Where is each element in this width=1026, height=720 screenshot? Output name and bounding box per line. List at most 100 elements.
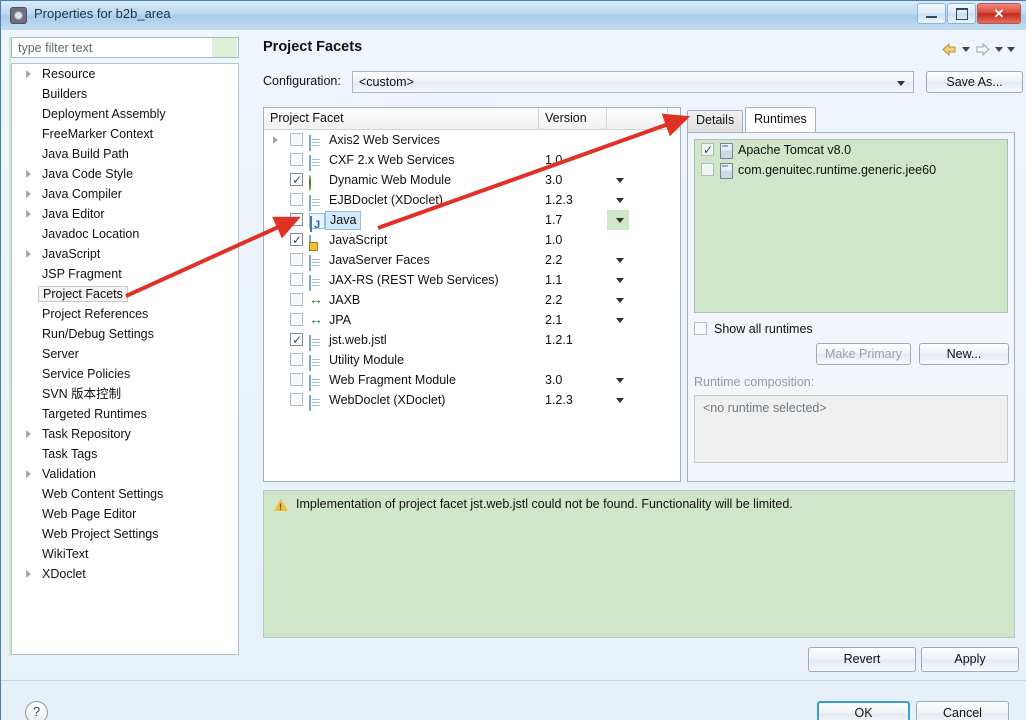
sidebar-item-java-build-path[interactable]: Java Build Path	[12, 144, 238, 164]
sidebar-item-jsp-fragment[interactable]: JSP Fragment	[12, 264, 238, 284]
table-row[interactable]: jst.web.jstl 1.2.1	[264, 330, 680, 351]
close-button[interactable]: ✕	[977, 3, 1021, 24]
facet-checkbox[interactable]	[290, 373, 303, 386]
version-chevron-down-icon[interactable]	[616, 198, 624, 203]
sidebar-item-builders[interactable]: Builders	[12, 84, 238, 104]
sidebar-item-javadoc-location[interactable]: Javadoc Location	[12, 224, 238, 244]
facet-checkbox[interactable]	[290, 253, 303, 266]
list-item[interactable]: Apache Tomcat v8.0	[695, 140, 1007, 160]
table-row[interactable]: Java 1.7	[264, 210, 680, 232]
facet-checkbox[interactable]	[290, 273, 303, 286]
sidebar-item-task-repository[interactable]: Task Repository	[12, 424, 238, 444]
sidebar-item-project-references[interactable]: Project References	[12, 304, 238, 324]
forward-arrow-icon[interactable]	[974, 42, 991, 57]
table-row[interactable]: EJBDoclet (XDoclet) 1.2.3	[264, 190, 680, 211]
facet-checkbox[interactable]	[290, 330, 303, 350]
runtime-checkbox[interactable]	[701, 163, 714, 176]
save-as-button[interactable]: Save As...	[926, 71, 1023, 93]
runtime-checkbox[interactable]	[701, 140, 714, 160]
table-row[interactable]: WebDoclet (XDoclet) 1.2.3	[264, 390, 680, 411]
sidebar-item-server[interactable]: Server	[12, 344, 238, 364]
runtimes-list[interactable]: Apache Tomcat v8.0 com.genuitec.runtime.g…	[694, 139, 1008, 313]
version-chevron-down-icon[interactable]	[616, 318, 624, 323]
table-row[interactable]: JPA 2.1	[264, 310, 680, 330]
sidebar-item-project-facets[interactable]: Project Facets	[12, 284, 238, 304]
back-menu-chevron-down-icon[interactable]	[962, 47, 970, 52]
sidebar-item-task-tags[interactable]: Task Tags	[12, 444, 238, 464]
tab-runtimes[interactable]: Runtimes	[745, 107, 816, 132]
settings-tree[interactable]: Resource Builders Deployment Assembly FreeM…	[11, 63, 239, 655]
make-primary-button[interactable]: Make Primary	[816, 343, 911, 365]
facet-checkbox[interactable]	[290, 293, 303, 306]
table-row[interactable]: Axis2 Web Services	[264, 130, 680, 151]
minimize-button[interactable]	[917, 3, 946, 24]
version-chevron-down-icon[interactable]	[616, 178, 624, 183]
sidebar-item-xdoclet[interactable]: XDoclet	[12, 564, 238, 584]
version-chevron-down-icon[interactable]	[616, 378, 624, 383]
facet-checkbox[interactable]	[290, 210, 303, 230]
version-chevron-down-icon[interactable]	[616, 278, 624, 283]
expand-arrow-icon[interactable]	[26, 470, 31, 478]
sidebar-item-web-content-settings[interactable]: Web Content Settings	[12, 484, 238, 504]
facet-checkbox[interactable]	[290, 170, 303, 190]
facet-checkbox[interactable]	[290, 133, 303, 146]
table-row[interactable]: JavaScript 1.0	[264, 230, 680, 251]
expand-arrow-icon[interactable]	[26, 190, 31, 198]
sidebar-item-resource[interactable]: Resource	[12, 64, 238, 84]
expand-arrow-icon[interactable]	[26, 210, 31, 218]
sidebar-item-deployment-assembly[interactable]: Deployment Assembly	[12, 104, 238, 124]
sidebar-item-validation[interactable]: Validation	[12, 464, 238, 484]
maximize-button[interactable]	[947, 3, 976, 24]
expand-arrow-icon[interactable]	[26, 170, 31, 178]
facet-checkbox[interactable]	[290, 313, 303, 326]
project-facets-table[interactable]: Project Facet Version Axis2 Web Services…	[263, 107, 681, 482]
expand-arrow-icon[interactable]	[273, 136, 278, 144]
sidebar-item-freemarker-context[interactable]: FreeMarker Context	[12, 124, 238, 144]
facet-checkbox[interactable]	[290, 353, 303, 366]
expand-arrow-icon[interactable]	[26, 570, 31, 578]
expand-arrow-icon[interactable]	[26, 430, 31, 438]
sidebar-item-run-debug-settings[interactable]: Run/Debug Settings	[12, 324, 238, 344]
sidebar-item-svn[interactable]: SVN 版本控制	[12, 384, 238, 404]
configuration-select[interactable]: <custom>	[352, 71, 914, 93]
table-row[interactable]: JavaServer Faces 2.2	[264, 250, 680, 271]
show-all-runtimes-checkbox[interactable]: Show all runtimes	[694, 321, 813, 337]
tab-details[interactable]: Details	[687, 110, 744, 132]
expand-arrow-icon[interactable]	[26, 250, 31, 258]
ok-button[interactable]: OK	[817, 701, 910, 720]
sidebar-item-web-project-settings[interactable]: Web Project Settings	[12, 524, 238, 544]
sidebar-item-wikitext[interactable]: WikiText	[12, 544, 238, 564]
version-chevron-down-icon[interactable]	[616, 258, 624, 263]
sidebar-item-web-page-editor[interactable]: Web Page Editor	[12, 504, 238, 524]
facet-checkbox[interactable]	[290, 153, 303, 166]
revert-button[interactable]: Revert	[808, 647, 916, 672]
sidebar-item-service-policies[interactable]: Service Policies	[12, 364, 238, 384]
table-row[interactable]: JAX-RS (REST Web Services) 1.1	[264, 270, 680, 291]
list-item[interactable]: com.genuitec.runtime.generic.jee60	[695, 160, 1007, 180]
forward-menu-chevron-down-icon[interactable]	[995, 47, 1003, 52]
back-arrow-icon[interactable]	[941, 42, 958, 57]
table-row[interactable]: Dynamic Web Module 3.0	[264, 170, 680, 191]
sidebar-item-targeted-runtimes[interactable]: Targeted Runtimes	[12, 404, 238, 424]
facet-checkbox[interactable]	[290, 193, 303, 206]
view-menu-chevron-down-icon[interactable]	[1007, 47, 1015, 52]
version-chevron-down-icon[interactable]	[616, 298, 624, 303]
version-chevron-down-icon[interactable]	[616, 398, 624, 403]
help-icon[interactable]: ?	[25, 701, 48, 720]
sidebar-item-javascript[interactable]: JavaScript	[12, 244, 238, 264]
apply-button[interactable]: Apply	[921, 647, 1019, 672]
expand-arrow-icon[interactable]	[26, 70, 31, 78]
version-chevron-down-icon[interactable]	[616, 218, 624, 223]
facet-checkbox[interactable]	[290, 230, 303, 250]
sidebar-item-java-code-style[interactable]: Java Code Style	[12, 164, 238, 184]
facet-checkbox[interactable]	[290, 393, 303, 406]
table-row[interactable]: JAXB 2.2	[264, 290, 680, 310]
sidebar-item-java-editor[interactable]: Java Editor	[12, 204, 238, 224]
filter-input[interactable]: type filter text	[11, 37, 239, 58]
table-row[interactable]: CXF 2.x Web Services 1.0	[264, 150, 680, 171]
sidebar-item-java-compiler[interactable]: Java Compiler	[12, 184, 238, 204]
cancel-button[interactable]: Cancel	[916, 701, 1009, 720]
table-row[interactable]: Utility Module	[264, 350, 680, 371]
table-row[interactable]: Web Fragment Module 3.0	[264, 370, 680, 391]
new-runtime-button[interactable]: New...	[919, 343, 1009, 365]
